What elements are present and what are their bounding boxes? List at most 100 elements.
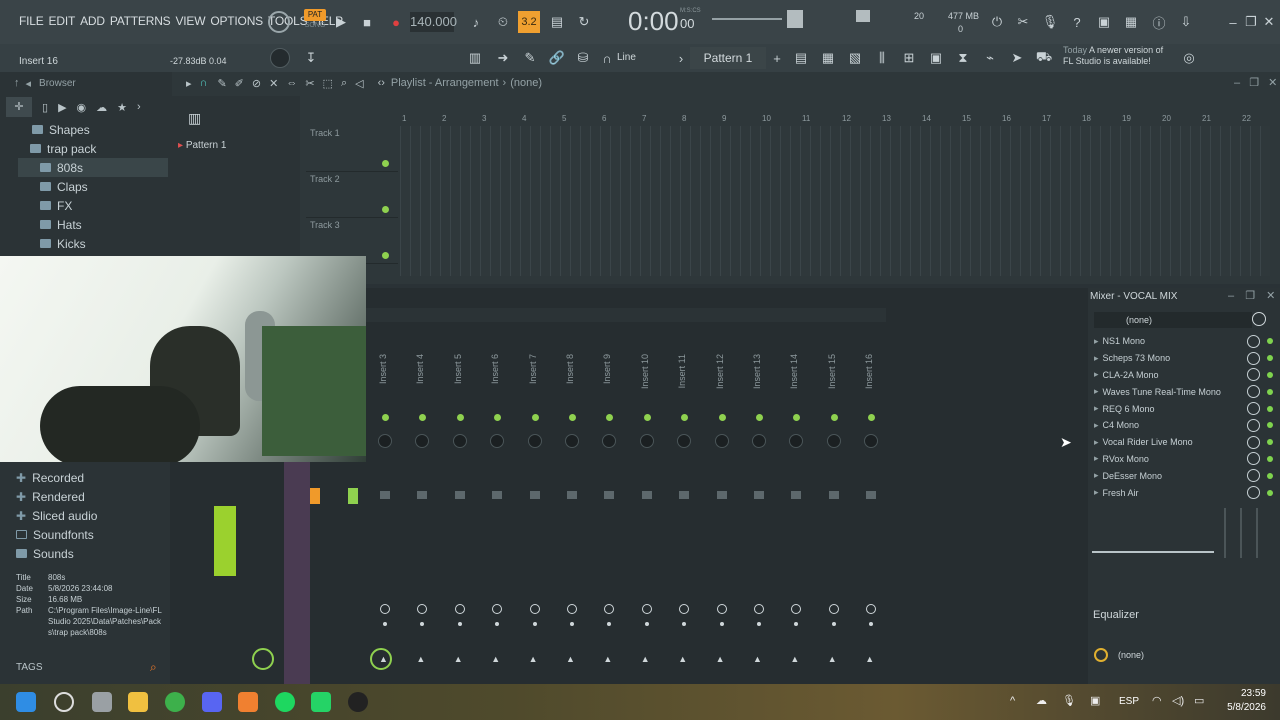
effect-slot-1[interactable]: ▸ NS1 Mono <box>1094 333 1278 350</box>
cut-icon[interactable]: ✂ <box>1012 12 1034 32</box>
slot-arrow-icon[interactable]: ▸ <box>1094 386 1099 397</box>
playlist-arrow-icon[interactable]: ‹› <box>378 77 385 89</box>
effect-slot-7[interactable]: ▸ Vocal Rider Live Mono <box>1094 434 1278 451</box>
timeline-ruler[interactable]: 1 2 3 4 5 6 7 8 9 10 11 12 13 14 15 16 17 18 19 20 21 22 <box>400 112 1270 124</box>
send-arrow-icon[interactable]: ▲ <box>529 654 538 664</box>
routing-dot[interactable] <box>794 622 799 626</box>
search-icon[interactable]: ⌕ <box>150 660 157 675</box>
routing-knob[interactable] <box>529 604 540 614</box>
slot-arrow-icon[interactable]: ▸ <box>1094 369 1099 380</box>
routing-knob[interactable] <box>454 604 465 614</box>
send-arrow-icon[interactable]: ▲ <box>454 654 463 664</box>
piano-roll-window-icon[interactable]: ▦ <box>817 48 839 68</box>
volume-fader[interactable] <box>679 491 690 499</box>
menu-view[interactable]: VIEW <box>175 14 205 28</box>
volume-fader[interactable] <box>604 491 615 499</box>
mixer-track-led-icon[interactable] <box>494 414 502 421</box>
send-arrow-icon[interactable]: ▲ <box>790 654 799 664</box>
routing-dot[interactable] <box>719 622 724 626</box>
routing-dot[interactable] <box>644 622 649 626</box>
link-icon[interactable]: 🔗 <box>546 48 568 68</box>
routing-dot[interactable] <box>420 622 425 626</box>
mixer-track-led-icon[interactable] <box>793 414 801 421</box>
tray-cloud-icon[interactable]: ☁ <box>1036 694 1047 707</box>
playlist-grid[interactable] <box>400 126 1270 276</box>
pan-knob[interactable] <box>639 434 654 448</box>
mix-knob[interactable] <box>1247 402 1260 416</box>
pan-knob[interactable] <box>864 434 879 448</box>
routing-dot[interactable] <box>383 622 387 626</box>
tempo-display[interactable]: 140.000 <box>410 12 457 32</box>
mixer-track-13[interactable]: Insert 13 ▲ <box>741 288 778 684</box>
effect-enable-led[interactable] <box>1267 489 1273 496</box>
track-led-icon[interactable] <box>382 252 389 259</box>
mixer-track-16[interactable]: Insert 16 ▲ <box>853 288 890 684</box>
pan-knob[interactable] <box>490 434 505 448</box>
effect-slot-9[interactable]: ▸ DeEsser Mono <box>1094 467 1278 484</box>
send-arrow-icon[interactable]: ▲ <box>678 654 687 664</box>
step-edit-icon[interactable]: ▤ <box>546 12 568 32</box>
mixer-output[interactable]: (none) <box>1118 650 1144 660</box>
routing-knob[interactable] <box>791 604 802 614</box>
pan-knob[interactable] <box>565 434 579 448</box>
routing-dot[interactable] <box>457 622 462 626</box>
slot-arrow-icon[interactable]: ▸ <box>1094 336 1099 347</box>
task-view-icon[interactable] <box>92 692 112 712</box>
headphones-icon[interactable]: ∩ <box>200 77 208 89</box>
help-icon[interactable]: ? <box>1066 12 1088 32</box>
routing-knob[interactable] <box>679 604 690 614</box>
tree-item-claps[interactable]: Claps <box>18 177 168 196</box>
volume-fader[interactable] <box>417 491 428 499</box>
tree-item-sounds[interactable]: Sounds <box>16 544 166 563</box>
browser-file-icon[interactable]: ▯ <box>42 101 48 114</box>
mix-knob[interactable] <box>1247 469 1260 483</box>
countdown-button[interactable]: 3.2 <box>518 11 540 33</box>
routing-knob[interactable] <box>492 604 503 614</box>
plugin-picker-icon[interactable]: ⧗ <box>952 48 974 68</box>
paint-tool-icon[interactable]: ✐ <box>235 77 244 90</box>
plugin-manager-icon[interactable]: ▦ <box>1120 12 1142 32</box>
track-header-2[interactable]: Track 2 <box>306 172 398 218</box>
download-icon[interactable]: ⇩ <box>1175 12 1197 32</box>
channel-rack-icon[interactable]: ▧ <box>844 48 866 68</box>
mix-knob[interactable] <box>1247 351 1260 365</box>
slot-arrow-icon[interactable]: ▸ <box>1094 487 1099 498</box>
spotify-icon[interactable] <box>275 692 295 712</box>
send-arrow-icon[interactable]: ▲ <box>716 654 725 664</box>
effect-slot-8[interactable]: ▸ RVox Mono <box>1094 451 1278 468</box>
pan-knob[interactable] <box>752 434 766 448</box>
routing-dot[interactable] <box>757 622 761 626</box>
menu-patterns[interactable]: PATTERNS <box>110 14 171 28</box>
mixer-input-slot[interactable]: (none) <box>1094 312 1252 328</box>
mix-knob[interactable] <box>1247 435 1260 449</box>
routing-dot[interactable] <box>682 622 687 626</box>
mixer-track-8[interactable]: Insert 8 ▲ <box>554 288 591 684</box>
pitch-knob[interactable] <box>270 48 290 68</box>
whatsapp-icon[interactable] <box>311 692 331 712</box>
output-clock-icon[interactable] <box>1094 648 1108 662</box>
mixer-track-led-icon[interactable] <box>868 414 876 421</box>
menu-add[interactable]: ADD <box>80 14 105 28</box>
master-pitch-slider[interactable] <box>712 18 782 20</box>
volume-fader[interactable] <box>716 491 727 499</box>
delete-tool-icon[interactable]: ⊘ <box>252 77 261 90</box>
browser-icon[interactable]: ▣ <box>925 48 947 68</box>
mixer-track-14[interactable]: Insert 14 ▲ <box>778 288 815 684</box>
browser-arrow-more-icon[interactable]: › <box>137 101 141 113</box>
routing-knob[interactable] <box>828 604 839 614</box>
effect-enable-led[interactable] <box>1267 338 1273 345</box>
wait-input-icon[interactable]: ⏲ <box>492 12 514 32</box>
volume-fader[interactable] <box>866 491 877 499</box>
playlist-maximize-icon[interactable]: ❐ <box>1249 77 1259 89</box>
effect-slot-2[interactable]: ▸ Scheps 73 Mono <box>1094 350 1278 367</box>
battery-icon[interactable]: ▭ <box>1194 694 1204 707</box>
mixer-track-led-icon[interactable] <box>643 414 651 421</box>
effect-enable-led[interactable] <box>1267 472 1273 479</box>
tray-app-icon[interactable]: ▣ <box>1090 694 1100 707</box>
mixer-maximize-icon[interactable]: ❐ <box>1245 290 1255 302</box>
latency-icon[interactable] <box>1252 312 1266 326</box>
mixer-track-10[interactable]: Insert 10 ▲ <box>629 288 666 684</box>
mixer-track-led-icon[interactable] <box>830 414 838 421</box>
routing-dot[interactable] <box>869 622 874 626</box>
pan-knob[interactable] <box>602 434 617 448</box>
